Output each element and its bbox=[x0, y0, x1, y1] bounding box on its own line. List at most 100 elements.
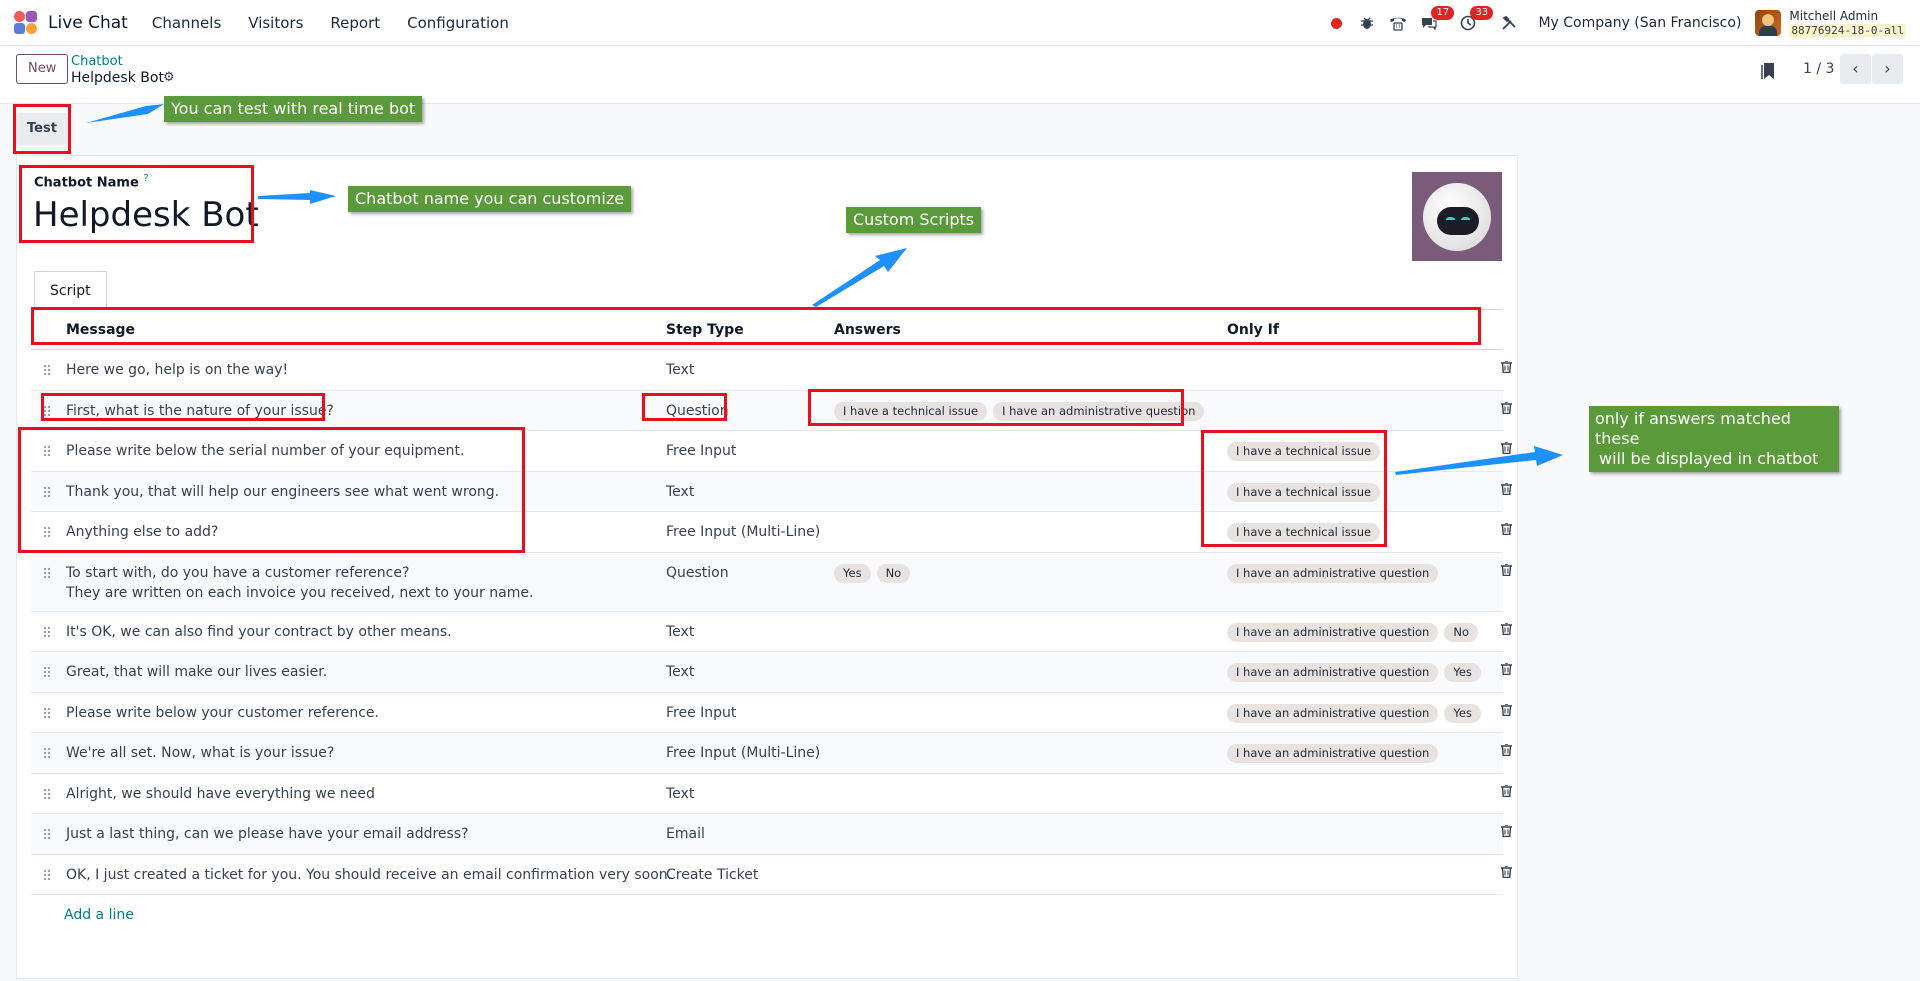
table-row[interactable]: Alright, we should have everything we ne… bbox=[31, 774, 1512, 814]
table-row[interactable]: Please write below your customer referen… bbox=[31, 693, 1512, 733]
step-message[interactable]: Please write below your customer referen… bbox=[66, 705, 379, 721]
gear-icon[interactable]: ⚙ bbox=[163, 70, 175, 85]
tab-script[interactable]: Script bbox=[34, 271, 107, 310]
highlight-answers bbox=[808, 389, 1184, 426]
delete-row-trash-icon[interactable] bbox=[1501, 621, 1512, 639]
drag-handle-icon[interactable] bbox=[43, 706, 51, 719]
step-message-line: Great, that will make our lives easier. bbox=[66, 664, 328, 680]
drag-handle-icon[interactable] bbox=[43, 787, 51, 800]
table-row[interactable]: Just a last thing, can we please have yo… bbox=[31, 814, 1512, 855]
only-if-tag: I have an administrative question bbox=[1227, 663, 1439, 682]
step-message-line: To start with, do you have a customer re… bbox=[66, 564, 410, 581]
activities-clock-icon[interactable]: 33 bbox=[1458, 6, 1494, 33]
menu-visitors[interactable]: Visitors bbox=[248, 14, 303, 32]
table-row[interactable]: OK, I just created a ticket for you. You… bbox=[31, 855, 1512, 895]
step-type[interactable]: Text bbox=[666, 786, 694, 802]
step-type[interactable]: Free Input bbox=[666, 705, 736, 721]
recording-dot-icon[interactable] bbox=[1326, 13, 1346, 33]
step-message[interactable]: Just a last thing, can we please have yo… bbox=[66, 826, 469, 842]
table-row[interactable]: To start with, do you have a customer re… bbox=[31, 552, 1512, 612]
add-a-line-link[interactable]: Add a line bbox=[64, 907, 134, 923]
step-type[interactable]: Email bbox=[666, 826, 705, 842]
step-type[interactable]: Free Input bbox=[666, 443, 736, 459]
delete-row-trash-icon[interactable] bbox=[1501, 441, 1512, 458]
delete-row-trash-icon[interactable] bbox=[1501, 783, 1512, 801]
step-only-if[interactable]: I have an administrative question No bbox=[1227, 622, 1484, 642]
callout-only-if-line-2: will be displayed in chatbot bbox=[1599, 449, 1819, 468]
delete-row-trash-icon[interactable] bbox=[1501, 824, 1512, 841]
step-only-if[interactable]: I have an administrative question bbox=[1227, 744, 1444, 763]
company-switcher[interactable]: My Company (San Francisco) bbox=[1538, 15, 1741, 31]
breadcrumb-chatbot[interactable]: Chatbot bbox=[71, 54, 123, 69]
step-message[interactable]: Great, that will make our lives easier. bbox=[66, 664, 327, 680]
drag-handle-icon[interactable] bbox=[43, 747, 51, 759]
step-message[interactable]: It's OK, we can also find your contract … bbox=[66, 624, 452, 640]
step-type[interactable]: Text bbox=[666, 664, 694, 680]
answer-tag: Yes bbox=[834, 563, 871, 583]
delete-row-trash-icon[interactable] bbox=[1501, 481, 1512, 499]
user-name: Mitchell Admin bbox=[1789, 8, 1879, 23]
delete-row-trash-icon[interactable] bbox=[1501, 522, 1512, 539]
drag-handle-icon[interactable] bbox=[43, 566, 51, 579]
user-menu[interactable]: Mitchell Admin 88776924-18-0-all bbox=[1789, 9, 1906, 38]
new-button[interactable]: New bbox=[16, 54, 69, 84]
drag-handle-icon[interactable] bbox=[43, 364, 51, 376]
step-type[interactable]: Text bbox=[666, 362, 694, 378]
step-only-if[interactable]: I have an administrative question Yes bbox=[1227, 703, 1487, 723]
step-message[interactable]: To start with, do you have a customer re… bbox=[66, 565, 533, 601]
step-answers[interactable]: Yes No bbox=[834, 563, 916, 583]
step-type[interactable]: Free Input (Multi-Line) bbox=[666, 524, 820, 540]
callout-only-if: only if answers matched these will be di… bbox=[1589, 406, 1839, 472]
robot-icon bbox=[1423, 182, 1491, 251]
delete-row-trash-icon[interactable] bbox=[1501, 864, 1512, 882]
breadcrumb-current-record: Helpdesk Bot bbox=[71, 70, 164, 86]
step-message[interactable]: We're all set. Now, what is your issue? bbox=[66, 745, 334, 761]
delete-row-trash-icon[interactable] bbox=[1501, 702, 1512, 720]
delete-row-trash-icon[interactable] bbox=[1501, 662, 1512, 679]
only-if-tag: No bbox=[1444, 622, 1478, 642]
table-row[interactable]: Here we go, help is on the way! Text bbox=[31, 350, 1512, 391]
bookmark-icon[interactable] bbox=[1760, 62, 1776, 84]
step-type[interactable]: Question bbox=[666, 565, 729, 581]
callout-only-if-line-1: only if answers matched these bbox=[1595, 409, 1791, 448]
drag-handle-icon[interactable] bbox=[43, 828, 51, 840]
pager-value[interactable]: 1 / 3 bbox=[1803, 61, 1834, 77]
table-row[interactable]: It's OK, we can also find your contract … bbox=[31, 612, 1512, 652]
delete-row-trash-icon[interactable] bbox=[1501, 400, 1512, 418]
step-only-if[interactable]: I have an administrative question bbox=[1227, 563, 1444, 583]
menu-channels[interactable]: Channels bbox=[152, 14, 221, 32]
step-message-line: Alright, we should have everything we ne… bbox=[66, 785, 375, 802]
delete-row-trash-icon[interactable] bbox=[1501, 562, 1512, 580]
messages-icon[interactable]: 17 bbox=[1419, 6, 1455, 33]
phone-icon[interactable] bbox=[1388, 13, 1408, 33]
menu-configuration[interactable]: Configuration bbox=[407, 14, 509, 32]
menu-report[interactable]: Report bbox=[330, 14, 380, 32]
step-type[interactable]: Text bbox=[666, 624, 694, 640]
table-row[interactable]: Great, that will make our lives easier. T… bbox=[31, 652, 1512, 693]
drag-handle-icon[interactable] bbox=[43, 625, 51, 638]
debug-bug-icon[interactable] bbox=[1357, 13, 1377, 33]
pager-next-button[interactable]: › bbox=[1872, 54, 1903, 84]
delete-row-trash-icon[interactable] bbox=[1501, 743, 1512, 760]
step-message[interactable]: Alright, we should have everything we ne… bbox=[66, 786, 375, 802]
drag-handle-icon[interactable] bbox=[43, 666, 51, 678]
table-row[interactable]: We're all set. Now, what is your issue? F… bbox=[31, 733, 1512, 774]
tools-icon[interactable] bbox=[1499, 13, 1519, 33]
step-message[interactable]: OK, I just created a ticket for you. You… bbox=[66, 867, 672, 883]
step-only-if[interactable]: I have an administrative question Yes bbox=[1227, 663, 1487, 682]
step-message[interactable]: Here we go, help is on the way! bbox=[66, 362, 288, 378]
chatbot-avatar-image[interactable] bbox=[1412, 172, 1502, 261]
step-type[interactable]: Text bbox=[666, 484, 694, 500]
app-name[interactable]: Live Chat bbox=[48, 13, 128, 33]
highlight-test-button bbox=[13, 104, 71, 154]
user-avatar[interactable] bbox=[1755, 10, 1782, 36]
step-type[interactable]: Create Ticket bbox=[666, 867, 758, 883]
live-chat-app-icon[interactable] bbox=[14, 10, 38, 35]
pager-previous-button[interactable]: ‹ bbox=[1840, 54, 1871, 84]
delete-row-trash-icon[interactable] bbox=[1501, 360, 1512, 377]
step-message-line-2: They are written on each invoice you rec… bbox=[66, 584, 534, 601]
drag-handle-icon[interactable] bbox=[43, 868, 51, 881]
step-type[interactable]: Free Input (Multi-Line) bbox=[666, 745, 820, 761]
answer-tag: No bbox=[876, 563, 911, 583]
only-if-tag: I have an administrative question bbox=[1227, 744, 1439, 763]
